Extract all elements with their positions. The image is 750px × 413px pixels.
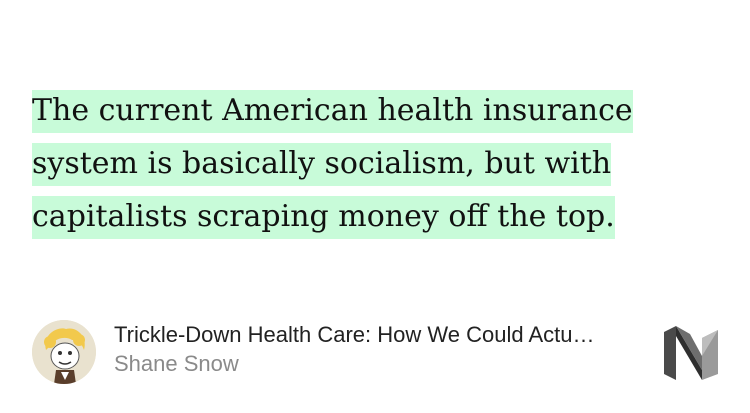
highlighted-quote: The current American health insurance sy… [32, 84, 692, 243]
story-meta: Trickle-Down Health Care: How We Could A… [114, 320, 644, 378]
quote-card[interactable]: The current American health insurance sy… [0, 0, 750, 413]
quote-line: capitalists scraping money off the top. [32, 190, 692, 243]
quote-line-text: capitalists scraping money off the top. [32, 196, 615, 239]
story-title[interactable]: Trickle-Down Health Care: How We Could A… [114, 320, 644, 350]
quote-line-text: system is basically socialism, but with [32, 143, 612, 186]
author-name[interactable]: Shane Snow [114, 350, 644, 378]
quote-line: system is basically socialism, but with [32, 137, 692, 190]
avatar-illustration-icon [32, 320, 96, 384]
medium-logo-icon[interactable] [662, 324, 720, 382]
quote-line: The current American health insurance [32, 84, 692, 137]
quote-line-text: The current American health insurance [32, 90, 633, 133]
story-footer[interactable]: Trickle-Down Health Care: How We Could A… [32, 318, 722, 386]
author-avatar[interactable] [32, 320, 96, 384]
